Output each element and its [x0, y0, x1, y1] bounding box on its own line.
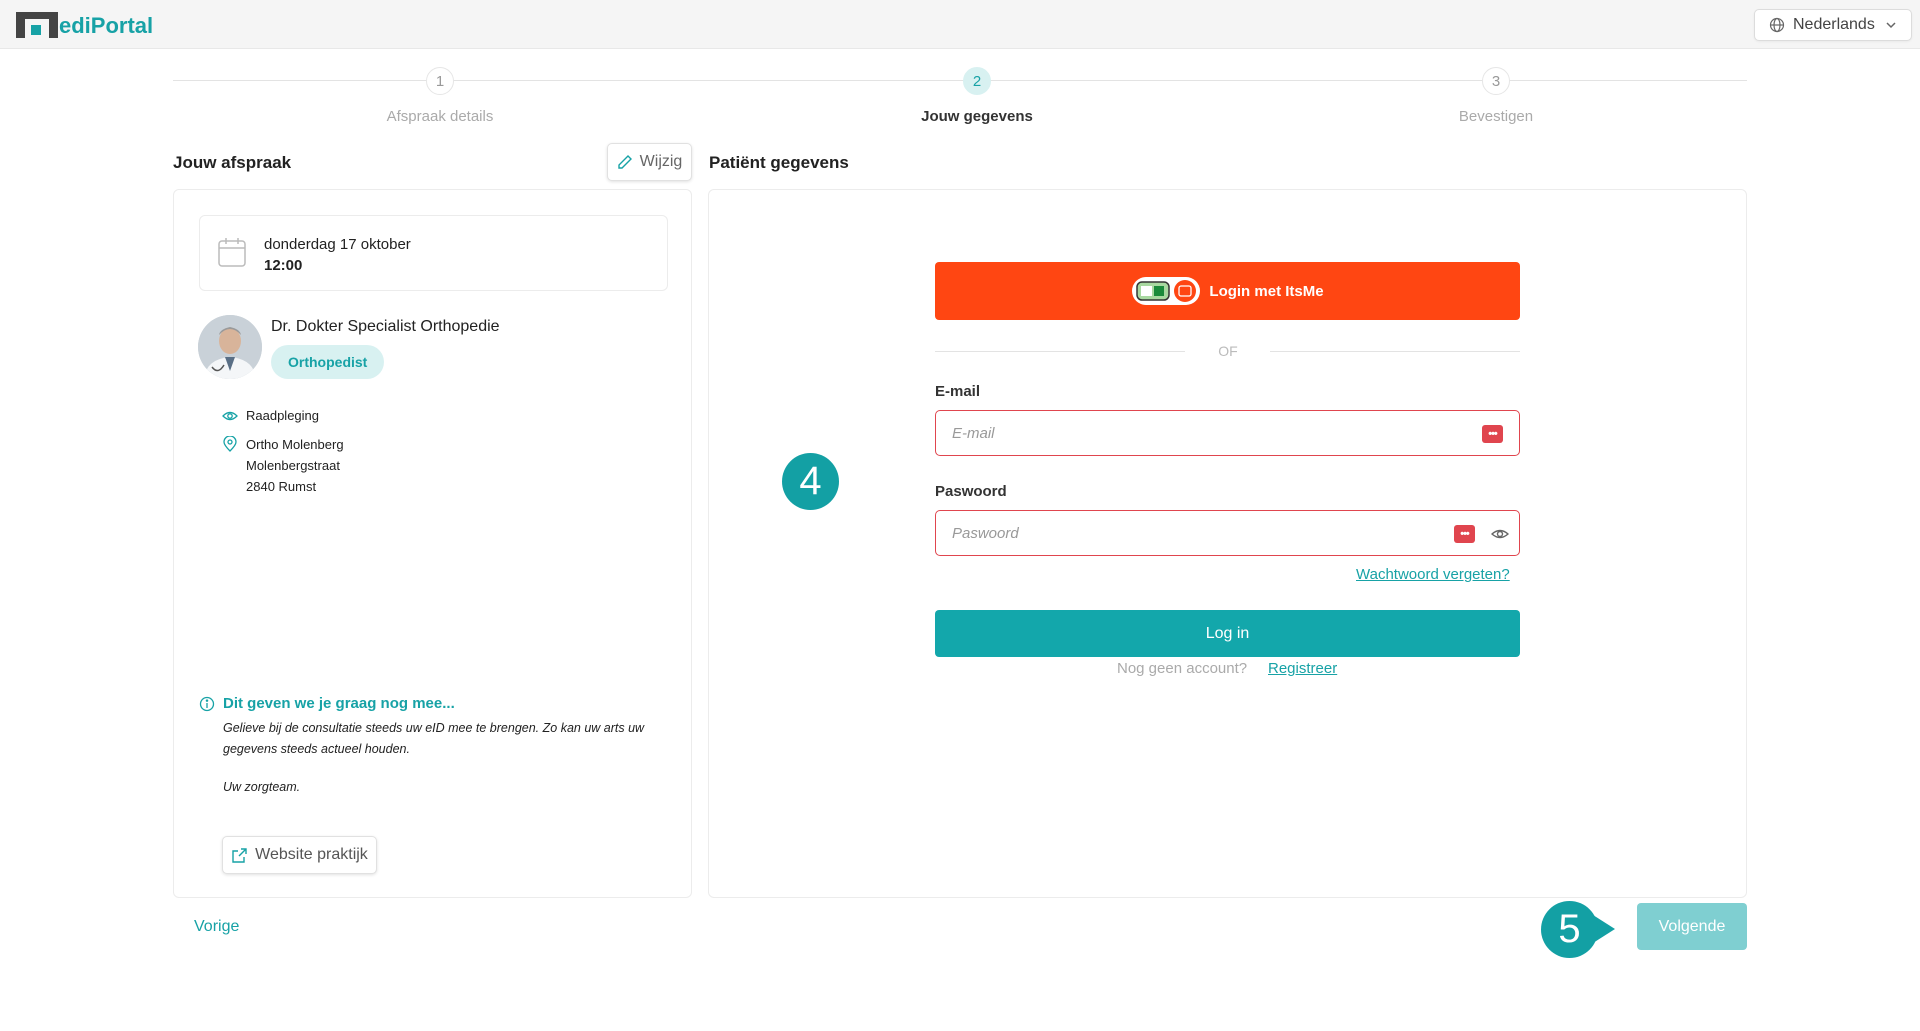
- password-input[interactable]: [952, 511, 1432, 555]
- note-title: Dit geven we je graag nog mee...: [223, 695, 455, 712]
- password-manager-icon[interactable]: •••: [1454, 525, 1475, 543]
- date-box: donderdag 17 oktober 12:00: [199, 215, 668, 291]
- chevron-down-icon: [1886, 22, 1896, 29]
- location-pin-icon: [223, 436, 237, 452]
- password-manager-icon[interactable]: •••: [1482, 425, 1503, 443]
- next-label: Volgende: [1658, 917, 1726, 935]
- pencil-icon: [617, 155, 632, 169]
- or-divider-left: [935, 351, 1185, 352]
- step-3-circle: 3: [1482, 67, 1510, 95]
- website-label: Website praktijk: [255, 846, 368, 863]
- register-link[interactable]: Registreer: [1268, 660, 1337, 677]
- top-bar: ediPortal Nederlands: [0, 0, 1920, 49]
- show-password-icon[interactable]: [1491, 525, 1509, 543]
- password-label: Paswoord: [935, 483, 1007, 500]
- specialty-badge: Orthopedist: [271, 345, 385, 379]
- password-field-wrapper: •••: [935, 510, 1520, 556]
- previous-link[interactable]: Vorige: [194, 918, 239, 936]
- doctor-name: Dr. Dokter Specialist Orthopedie: [271, 318, 500, 335]
- step-2-circle: 2: [963, 67, 991, 95]
- eye-icon: [222, 411, 238, 421]
- location-name: Ortho Molenberg: [246, 437, 344, 452]
- step-3-label: Bevestigen: [1458, 108, 1534, 125]
- or-label: OF: [1218, 343, 1238, 359]
- appointment-type: Raadpleging: [246, 408, 320, 423]
- edit-label: Wijzig: [639, 153, 683, 170]
- appointment-date: donderdag 17 oktober: [264, 236, 411, 253]
- language-label: Nederlands: [1793, 16, 1875, 33]
- next-button[interactable]: Volgende: [1637, 903, 1747, 950]
- note-text: Gelieve bij de consultatie steeds uw eID…: [223, 721, 645, 756]
- step-2-label: Jouw gegevens: [921, 108, 1033, 125]
- stepper-line: [173, 80, 1747, 81]
- email-input[interactable]: [952, 411, 1432, 455]
- globe-icon: [1769, 17, 1785, 33]
- itsme-label: Login met ItsMe: [1209, 282, 1324, 300]
- step-1-circle: 1: [426, 67, 454, 95]
- annotation-badge-5: 5: [1541, 901, 1598, 958]
- annotation-badge-4: 4: [782, 453, 839, 510]
- itsme-logo-icon: [1132, 277, 1201, 305]
- itsme-login-button[interactable]: Login met ItsMe: [935, 262, 1520, 320]
- logo[interactable]: ediPortal: [16, 10, 153, 38]
- email-field-wrapper: •••: [935, 410, 1520, 456]
- step-1-label: Afspraak details: [386, 108, 494, 125]
- login-label: Log in: [1205, 624, 1250, 642]
- note-signature: Uw zorgteam.: [223, 780, 301, 794]
- no-account-text: Nog geen account?: [1117, 660, 1248, 677]
- login-button[interactable]: Log in: [935, 610, 1520, 657]
- appointment-title: Jouw afspraak: [173, 153, 292, 172]
- or-divider-right: [1270, 351, 1520, 352]
- doctor-avatar: [198, 315, 262, 379]
- website-button[interactable]: Website praktijk: [222, 836, 377, 874]
- appointment-card: donderdag 17 oktober 12:00 Dr. Dokter Sp…: [173, 189, 692, 898]
- calendar-icon: [218, 238, 246, 267]
- forgot-password-link[interactable]: Wachtwoord vergeten?: [1356, 566, 1510, 583]
- location-street: Molenbergstraat: [246, 458, 340, 473]
- email-label: E-mail: [935, 383, 981, 400]
- external-link-icon: [232, 847, 247, 863]
- edit-appointment-button[interactable]: Wijzig: [607, 143, 692, 181]
- language-selector[interactable]: Nederlands: [1754, 9, 1912, 41]
- info-icon: [199, 696, 215, 712]
- appointment-time: 12:00: [264, 257, 303, 274]
- patient-title: Patiënt gegevens: [709, 153, 849, 172]
- location-city: 2840 Rumst: [246, 479, 317, 494]
- logo-text: ediPortal: [59, 13, 154, 38]
- logo-mark-icon: [16, 12, 58, 38]
